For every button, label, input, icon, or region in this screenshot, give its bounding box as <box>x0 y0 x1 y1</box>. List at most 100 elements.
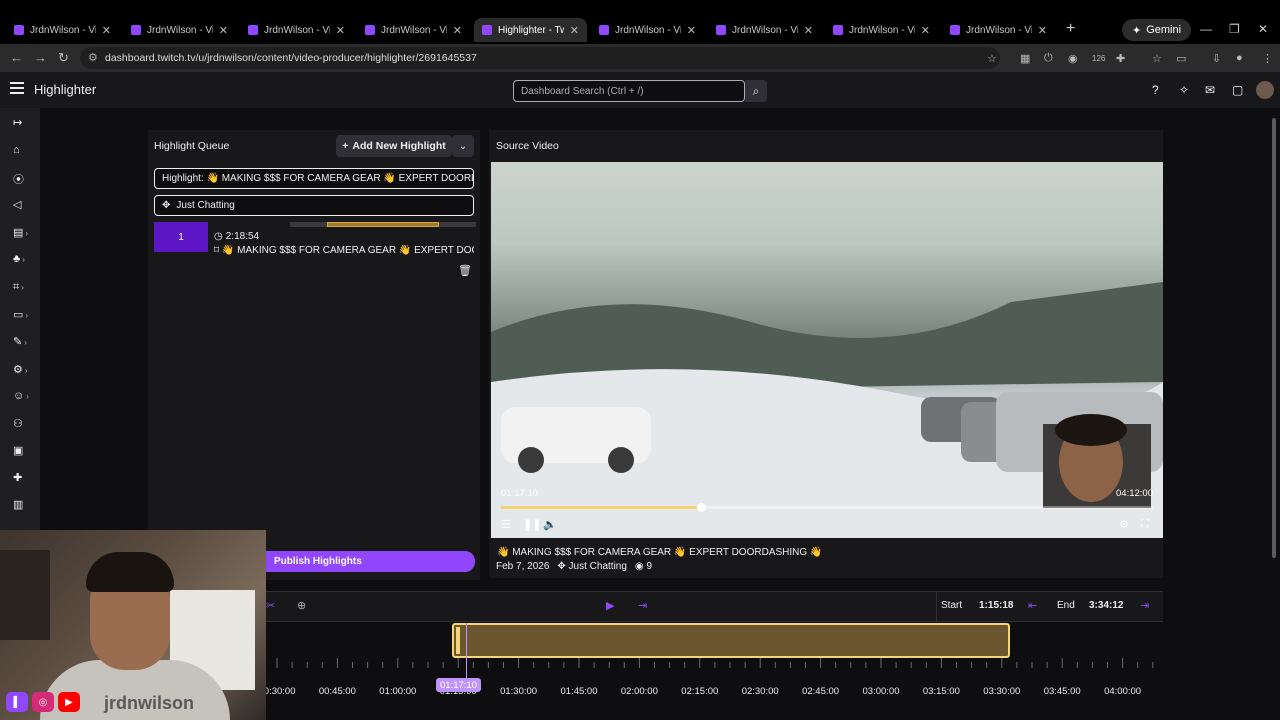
smiley-icon[interactable]: ☺ › <box>13 390 29 402</box>
video-meta: Feb 7, 2026 ✥ Just Chatting ◉ 9 <box>496 561 652 572</box>
skip-to-end-icon[interactable]: ⇥ <box>638 599 647 612</box>
sidebar-icon[interactable]: ▭ <box>1176 52 1186 65</box>
add-clip-icon[interactable]: ⊕ <box>297 599 306 612</box>
content-icon[interactable]: ⌗ › <box>13 281 24 294</box>
twitch-favicon-icon <box>131 25 141 35</box>
category-input[interactable]: ✥ Just Chatting <box>154 195 474 216</box>
reload-icon[interactable]: ↻ <box>58 50 69 66</box>
sparkle-icon[interactable]: ✧ <box>1179 83 1189 97</box>
browser-tab[interactable]: JrdnWilson - Video ✕ <box>123 18 236 42</box>
bookmarks-icon[interactable]: ☆ <box>1152 52 1162 65</box>
video-scrubber-handle[interactable] <box>696 503 706 512</box>
add-user-icon[interactable]: ⚇ <box>13 417 23 430</box>
close-tab-icon[interactable]: ✕ <box>1038 24 1047 37</box>
clock-icon: ◷ <box>214 231 223 242</box>
page-scrollbar[interactable] <box>1270 108 1278 558</box>
gemini-button[interactable]: ✦ Gemini <box>1122 19 1192 41</box>
book-icon[interactable]: ▥ <box>13 498 23 511</box>
forward-icon[interactable]: → <box>34 50 47 65</box>
video-progress-bar[interactable] <box>501 503 1153 512</box>
chevron-down-icon[interactable]: ⌄ <box>452 135 474 157</box>
close-tab-icon[interactable]: ✕ <box>336 24 345 37</box>
video-views: ◉ 9 <box>635 561 652 572</box>
help-icon[interactable]: ? <box>1152 83 1159 97</box>
browser-tab[interactable]: JrdnWilson - Vi ✕ <box>825 18 938 42</box>
clip-start-handle[interactable] <box>456 627 460 654</box>
brush-icon[interactable]: ✎ › <box>13 335 27 348</box>
video-icon[interactable]: ▣ <box>13 444 23 457</box>
controller-icon: ✥ <box>557 561 569 572</box>
close-tab-icon[interactable]: ✕ <box>804 24 813 37</box>
extension-icon[interactable]: ▦ <box>1020 52 1030 65</box>
pause-icon[interactable]: ❚❚ <box>523 518 541 531</box>
search-icon[interactable]: ⌕ <box>745 80 767 102</box>
hamburger-menu-icon[interactable] <box>10 82 24 94</box>
volume-icon[interactable]: 🔈 <box>543 518 557 531</box>
video-player[interactable]: 01:17:10 04:12:00 ☰ ❚❚ 🔈 ⚙ ⛶ <box>491 162 1163 538</box>
close-tab-icon[interactable]: ✕ <box>219 24 228 37</box>
puzzle-icon[interactable]: ✚ <box>1116 52 1125 65</box>
whispers-icon[interactable]: ▢ <box>1232 83 1243 97</box>
inbox-icon[interactable]: ✉ <box>1205 83 1215 97</box>
scissors-icon[interactable]: ✂ <box>266 599 275 612</box>
audio-icon[interactable]: ◉ <box>1068 52 1078 65</box>
browser-tab[interactable]: Highlighter - Tw ✕ <box>474 18 587 42</box>
user-avatar[interactable] <box>1256 81 1274 99</box>
highlight-clip-range[interactable] <box>452 623 1010 658</box>
highlight-title-input[interactable]: Highlight: 👋 MAKING $$$ FOR CAMERA GEAR … <box>154 168 474 189</box>
community-icon[interactable]: ♣ › <box>13 253 25 265</box>
set-end-icon[interactable]: ⇥ <box>1140 599 1149 612</box>
close-tab-icon[interactable]: ✕ <box>687 24 696 37</box>
bookmark-star-icon[interactable]: ☆ <box>987 52 997 65</box>
settings-icon[interactable]: ⚙ › <box>13 363 28 376</box>
browser-tab[interactable]: JrdnWilson - Video ✕ <box>6 18 119 42</box>
plus-icon: + <box>342 140 349 152</box>
browser-tab[interactable]: JrdnWilson - Video ✕ <box>240 18 353 42</box>
tab-title: JrdnWilson - Video <box>30 24 96 36</box>
set-start-icon[interactable]: ⇤ <box>1028 599 1037 612</box>
collapse-icon[interactable]: ↦ <box>13 116 22 129</box>
minimize-button[interactable]: — <box>1200 22 1212 36</box>
extension-badge[interactable]: 126 <box>1092 54 1105 63</box>
monetization-icon[interactable]: ▭ › <box>13 308 28 321</box>
url-field[interactable]: ⚙ dashboard.twitch.tv/u/jrdnwilson/conte… <box>80 47 1000 69</box>
analytics-icon[interactable]: ▤ › <box>13 226 28 239</box>
stream-icon[interactable]: ⦿ <box>13 171 24 187</box>
site-info-icon[interactable]: ⚙ <box>88 51 98 64</box>
power-icon[interactable]: ⏻ <box>1044 52 1053 65</box>
new-tab-button[interactable]: + <box>1066 20 1075 38</box>
publish-highlights-button[interactable]: Publish Highlights <box>266 551 475 572</box>
add-new-highlight-button[interactable]: + Add New Highlight <box>336 135 452 157</box>
queue-item[interactable]: 1 ◷ 2:18:54 ⌑ 👋 MAKING $$$ FOR CAMERA GE… <box>154 222 476 256</box>
megaphone-icon[interactable]: ◁ <box>13 198 21 211</box>
close-window-button[interactable]: ✕ <box>1258 22 1268 36</box>
browser-tab[interactable]: JrdnWilson - Vi ✕ <box>942 18 1055 42</box>
profile-icon[interactable]: ● <box>1236 52 1243 64</box>
back-icon[interactable]: ← <box>10 50 23 65</box>
end-value[interactable]: 3:34:12 <box>1089 600 1123 611</box>
dashboard-search-input[interactable]: Dashboard Search (Ctrl + /) <box>513 80 745 102</box>
browser-tab[interactable]: JrdnWilson - Vi ✕ <box>591 18 704 42</box>
trash-icon[interactable]: 🗑 <box>458 264 472 277</box>
play-icon[interactable]: ▶ <box>606 599 614 612</box>
twitch-favicon-icon <box>833 25 843 35</box>
gear-icon[interactable]: ⚙ <box>1119 518 1129 531</box>
close-tab-icon[interactable]: ✕ <box>570 24 579 37</box>
twitch-favicon-icon <box>482 25 492 35</box>
home-icon[interactable]: ⌂ <box>13 144 20 156</box>
scrollbar-thumb[interactable] <box>1272 118 1276 558</box>
close-tab-icon[interactable]: ✕ <box>453 24 462 37</box>
chapters-icon[interactable]: ☰ <box>501 518 511 531</box>
close-tab-icon[interactable]: ✕ <box>102 24 111 37</box>
timeline-playhead[interactable] <box>466 623 467 685</box>
menu-icon[interactable]: ⋮ <box>1262 52 1273 65</box>
downloads-icon[interactable]: ⇩ <box>1212 52 1221 65</box>
start-value[interactable]: 1:15:18 <box>979 600 1013 611</box>
controller-icon: ✥ <box>162 200 171 211</box>
browser-tab[interactable]: JrdnWilson - Vi ✕ <box>708 18 821 42</box>
fullscreen-icon[interactable]: ⛶ <box>1141 518 1149 531</box>
browser-tab[interactable]: JrdnWilson - Video ✕ <box>357 18 470 42</box>
close-tab-icon[interactable]: ✕ <box>921 24 930 37</box>
puzzle-icon[interactable]: ✚ <box>13 471 22 484</box>
maximize-button[interactable]: ❐ <box>1229 22 1240 36</box>
